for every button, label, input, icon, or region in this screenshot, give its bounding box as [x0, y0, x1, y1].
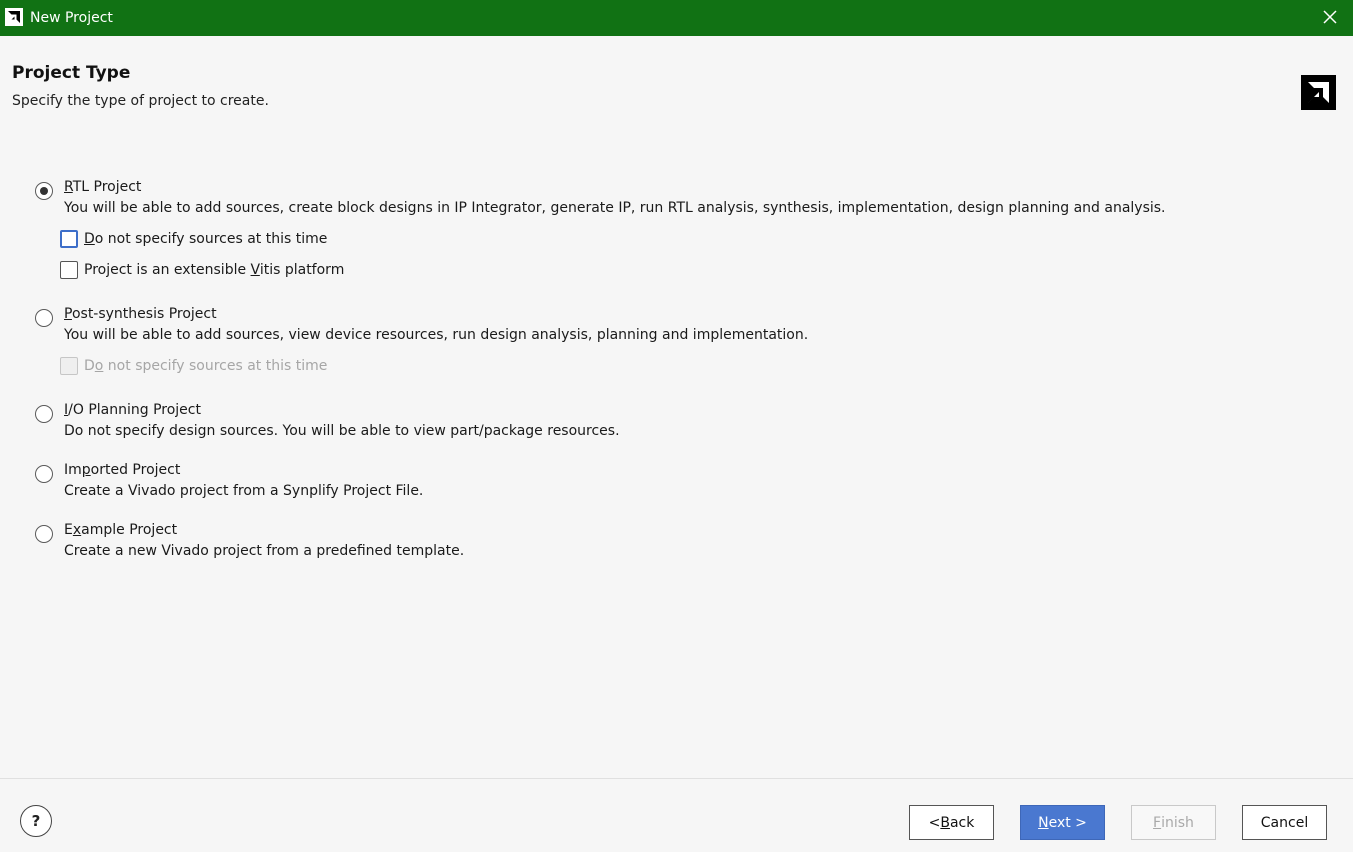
radio-example-project[interactable] — [35, 525, 53, 543]
radio-post-synthesis-project[interactable] — [35, 309, 53, 327]
next-button[interactable]: Next > — [1020, 805, 1105, 840]
help-button[interactable]: ? — [20, 805, 52, 837]
radio-imported-project[interactable] — [35, 465, 53, 483]
option-title-imported-project: Imported Project — [64, 462, 181, 478]
dialog-footer: ? < Back Next > Finish Cancel — [0, 778, 1353, 852]
back-button[interactable]: < Back — [909, 805, 994, 840]
option-description-post-synthesis-project: You will be able to add sources, view de… — [64, 327, 809, 343]
checkbox-label-post-synth-no-sources: Do not specify sources at this time — [84, 358, 328, 374]
help-icon: ? — [31, 812, 41, 830]
checkbox-label-vitis-platform: Project is an extensible Vitis platform — [84, 262, 345, 278]
close-icon — [1323, 9, 1337, 28]
close-button[interactable] — [1307, 0, 1353, 36]
checkbox-vitis-platform[interactable] — [60, 261, 78, 279]
option-description-io-planning-project: Do not specify design sources. You will … — [64, 423, 620, 439]
checkbox-label-rtl-no-sources: Do not specify sources at this time — [84, 231, 328, 247]
radio-rtl-project[interactable] — [35, 182, 53, 200]
amd-logo-icon — [1301, 75, 1336, 110]
cancel-button[interactable]: Cancel — [1242, 805, 1327, 840]
window-title: New Project — [30, 10, 113, 26]
option-title-rtl-project: RTL Project — [64, 179, 142, 195]
checkbox-rtl-no-sources[interactable] — [60, 230, 78, 248]
page-subtitle: Specify the type of project to create. — [12, 93, 269, 109]
option-description-imported-project: Create a Vivado project from a Synplify … — [64, 483, 424, 499]
option-title-io-planning-project: I/O Planning Project — [64, 402, 201, 418]
amd-logo-icon — [5, 8, 23, 26]
finish-button: Finish — [1131, 805, 1216, 840]
checkbox-post-synth-no-sources — [60, 357, 78, 375]
option-title-example-project: Example Project — [64, 522, 178, 538]
page-header: Project Type Specify the type of project… — [0, 36, 1353, 136]
page-title: Project Type — [12, 63, 131, 83]
radio-io-planning-project[interactable] — [35, 405, 53, 423]
option-description-rtl-project: You will be able to add sources, create … — [64, 200, 1166, 216]
option-title-post-synthesis-project: Post-synthesis Project — [64, 306, 217, 322]
window-titlebar: New Project — [0, 0, 1353, 36]
option-description-example-project: Create a new Vivado project from a prede… — [64, 543, 465, 559]
